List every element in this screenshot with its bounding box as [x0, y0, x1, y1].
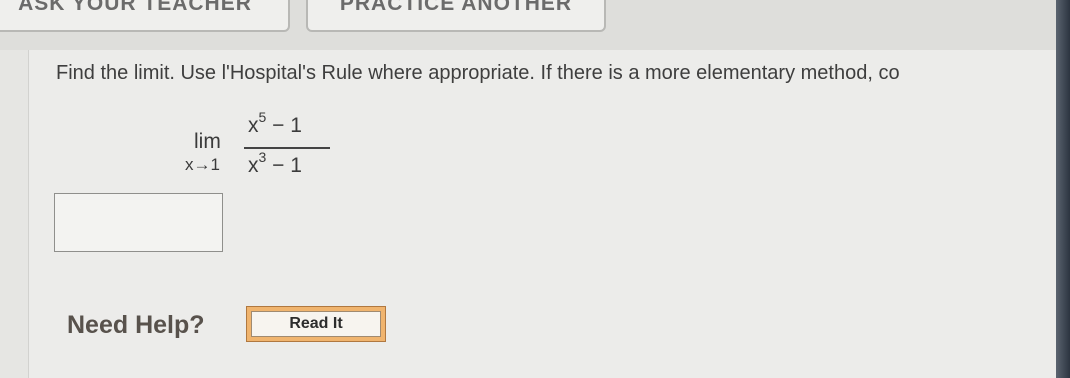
window-edge [1056, 0, 1070, 378]
practice-another-button[interactable]: PRACTICE ANOTHER [306, 0, 606, 32]
numerator-exponent: 5 [258, 109, 267, 125]
ask-your-teacher-button[interactable]: ASK YOUR TEACHER [0, 0, 290, 32]
denominator-exponent: 3 [258, 149, 267, 165]
fraction-denominator: x3 − 1 [248, 149, 302, 178]
limit-expression: lim x→1 x5 − 1 x3 − 1 [180, 108, 340, 178]
denominator-rest: − 1 [266, 154, 302, 177]
fraction-bar [244, 147, 330, 149]
numerator-rest: − 1 [266, 114, 302, 137]
numerator-base: x [248, 114, 259, 137]
denominator-base: x [248, 154, 259, 177]
answer-input[interactable] [54, 193, 223, 252]
fraction-numerator: x5 − 1 [248, 109, 302, 138]
read-it-button[interactable]: Read It [246, 306, 386, 342]
question-prompt: Find the limit. Use l'Hospital's Rule wh… [56, 62, 900, 84]
read-it-label: Read It [251, 311, 381, 337]
need-help-label: Need Help? [67, 311, 205, 339]
lim-approach: x→1 [185, 155, 220, 174]
lim-operator: lim [194, 130, 221, 153]
